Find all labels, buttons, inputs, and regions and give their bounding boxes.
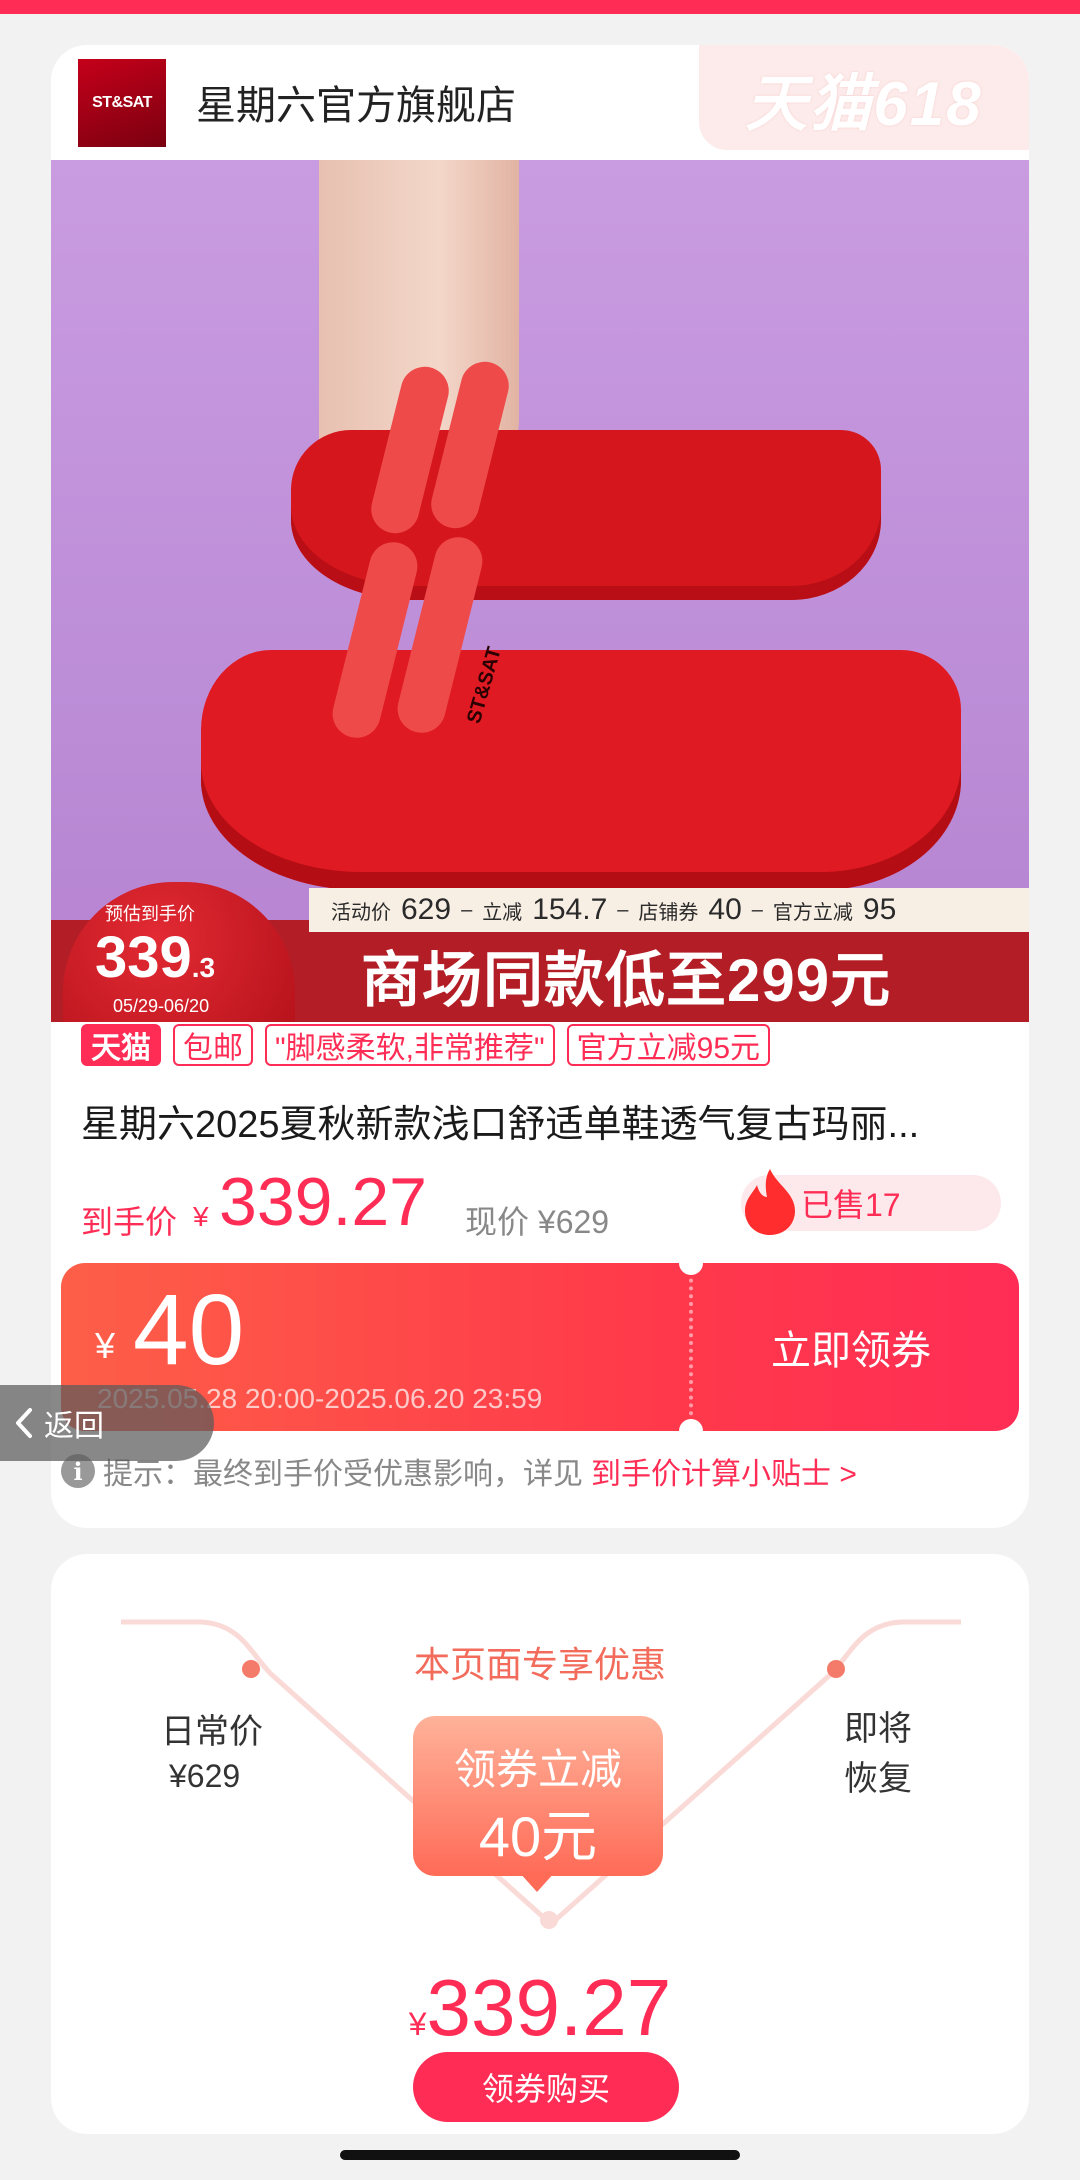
home-indicator[interactable] bbox=[340, 2150, 740, 2160]
coupon-currency: ¥ bbox=[95, 1325, 116, 1366]
est-price: 339.3 bbox=[95, 924, 215, 991]
breakdown-value: 40 bbox=[708, 893, 742, 926]
breakdown-label: 立减 bbox=[482, 901, 523, 924]
currency-symbol: ¥ bbox=[408, 2006, 427, 2042]
tag-row: 天猫 包邮 "脚感柔软,非常推荐" 官方立减95元 bbox=[81, 1023, 771, 1067]
exclusive-price-value: 339.27 bbox=[426, 1963, 672, 2052]
coupon-amount: 40 bbox=[133, 1274, 245, 1386]
tip-link[interactable]: 到手价计算小贴士 > bbox=[591, 1449, 857, 1493]
product-card: ST&SAT 星期六官方旗舰店 天猫618 ST&SAT 活动价 629 – 立减 1… bbox=[51, 45, 1029, 1528]
breakdown-value: 95 bbox=[862, 893, 897, 926]
exclusive-offer-card: 本页面专享优惠 日常价 ¥629 即将恢复 领券立减 40元 ¥339.27 领… bbox=[51, 1554, 1029, 2134]
breakdown-label: 活动价 bbox=[331, 901, 391, 924]
tag-free-shipping: 包邮 bbox=[173, 1024, 253, 1066]
est-price-label: 预估到手价 bbox=[105, 904, 195, 924]
exclusive-final-price: ¥339.27 bbox=[51, 1962, 1029, 2054]
tag-review[interactable]: "脚感柔软,非常推荐" bbox=[265, 1024, 555, 1066]
back-label: 返回 bbox=[44, 1410, 104, 1443]
flame-icon bbox=[745, 1169, 795, 1235]
coupon-discount-bubble: 领券立减 40元 bbox=[413, 1716, 663, 1876]
est-date: 05/29-06/20 bbox=[113, 996, 210, 1016]
bubble-line-2: 40元 bbox=[478, 1805, 598, 1868]
price-breakdown: 活动价 629 – 立减 154.7 – 店铺券 40 – 官方立减 95 bbox=[309, 888, 1029, 932]
breakdown-label: 店铺券 bbox=[638, 901, 699, 924]
bubble-line-1: 领券立减 bbox=[453, 1746, 622, 1793]
exclusive-title: 本页面专享优惠 bbox=[413, 1644, 666, 1685]
top-accent-bar bbox=[0, 0, 1080, 14]
price-row: 到手价 ¥ 339.27 现价 ¥629 已售17 bbox=[81, 1163, 1011, 1243]
back-button[interactable]: 返回 bbox=[0, 1385, 214, 1461]
breakdown-value: 629 bbox=[401, 893, 452, 926]
final-price: 339.27 bbox=[219, 1164, 427, 1240]
currency-symbol: ¥ bbox=[193, 1201, 209, 1232]
store-name[interactable]: 星期六官方旗舰店 bbox=[196, 73, 516, 131]
breakdown-value: 154.7 bbox=[532, 893, 608, 926]
est-price-decimal: .3 bbox=[191, 952, 216, 983]
bubble-tail bbox=[519, 1872, 555, 1892]
claim-coupon-button[interactable]: 立即领券 bbox=[771, 1318, 931, 1376]
estimated-price-badge: 预估到手价 339.3 05/29-06/20 bbox=[63, 882, 295, 1022]
tmall-618-label: 天猫618 bbox=[745, 69, 983, 139]
daily-price: ¥629 bbox=[169, 1758, 241, 1794]
est-price-main: 339 bbox=[95, 925, 192, 990]
tmall-618-badge: 天猫618 bbox=[699, 45, 1029, 150]
banner-headline: 商场同款低至299元 bbox=[361, 947, 892, 1014]
tag-official-discount: 官方立减95元 bbox=[566, 1024, 771, 1066]
store-logo[interactable]: ST&SAT bbox=[78, 59, 166, 147]
tag-tmall: 天猫 bbox=[81, 1024, 161, 1066]
store-header[interactable]: ST&SAT 星期六官方旗舰店 天猫618 bbox=[51, 45, 1029, 160]
sold-count: 已售17 bbox=[801, 1187, 901, 1223]
chevron-left-icon bbox=[16, 1408, 32, 1438]
current-price: 现价 ¥629 bbox=[465, 1204, 610, 1240]
claim-and-buy-button[interactable]: 领券购买 bbox=[413, 2052, 679, 2122]
product-title[interactable]: 星期六2025夏秋新款浅口舒适单鞋透气复古玛丽... bbox=[81, 1093, 1001, 1148]
shoe-front bbox=[201, 650, 961, 890]
final-price-label: 到手价 bbox=[81, 1204, 178, 1240]
daily-price-label: 日常价 bbox=[161, 1713, 263, 1751]
sold-count-badge: 已售17 bbox=[741, 1169, 1001, 1235]
coupon-divider bbox=[689, 1263, 693, 1431]
restore-soon-label: 即将恢复 bbox=[844, 1710, 912, 1798]
product-image[interactable]: ST&SAT 活动价 629 – 立减 154.7 – 店铺券 40 – 官方立减 95 商场… bbox=[51, 160, 1029, 1022]
breakdown-label: 官方立减 bbox=[772, 901, 853, 924]
